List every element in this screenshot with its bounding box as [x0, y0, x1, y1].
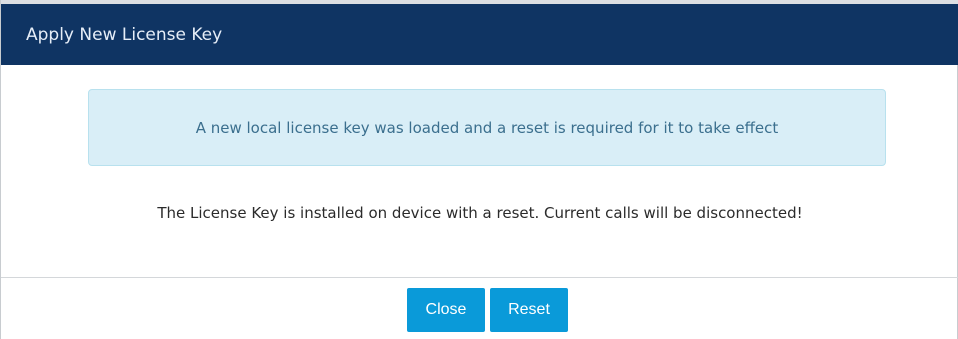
warning-message: The License Key is installed on device w…	[157, 204, 803, 222]
reset-button[interactable]: Reset	[490, 288, 568, 332]
apply-license-dialog: Apply New License Key A new local licens…	[0, 0, 958, 339]
dialog-title: Apply New License Key	[26, 25, 223, 45]
info-alert: A new local license key was loaded and a…	[88, 89, 886, 166]
footer-divider	[1, 277, 958, 278]
close-button[interactable]: Close	[407, 288, 485, 332]
dialog-titlebar: Apply New License Key	[1, 0, 958, 65]
alert-message: A new local license key was loaded and a…	[195, 118, 779, 137]
